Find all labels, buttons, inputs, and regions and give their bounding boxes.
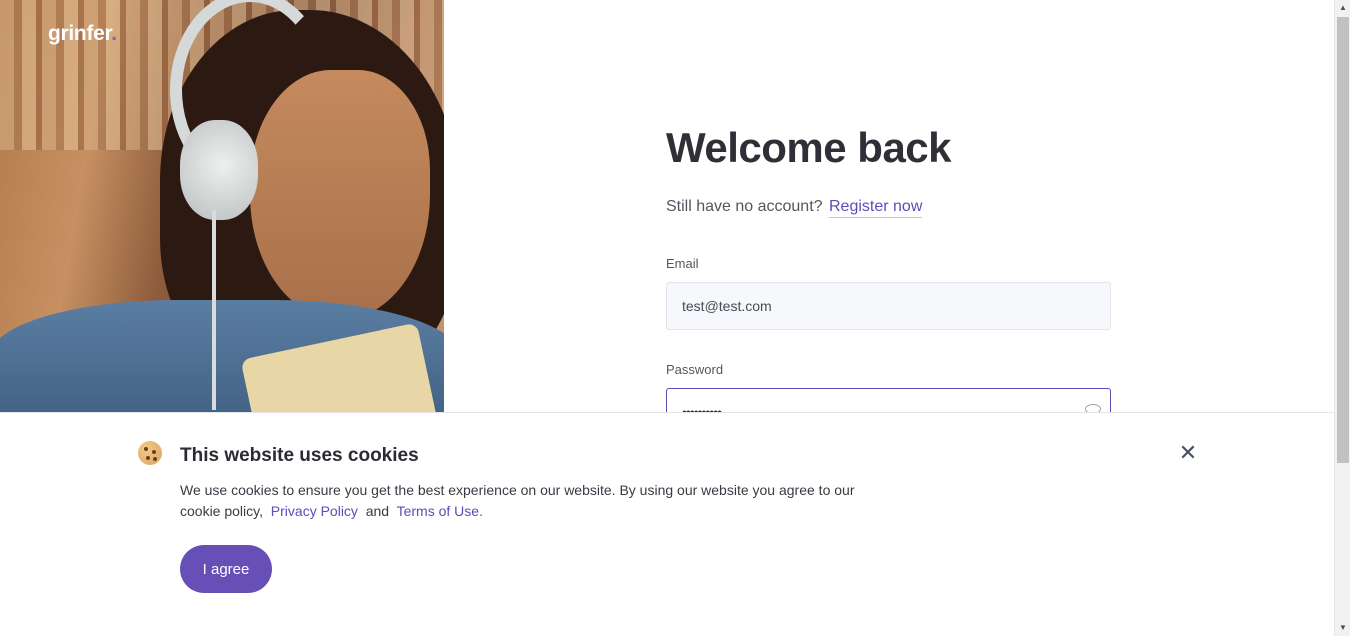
vertical-scrollbar[interactable]: ▲ ▼	[1334, 0, 1350, 636]
cookie-text-and: and	[365, 503, 390, 519]
brand-logo[interactable]: grinfer.	[48, 22, 117, 46]
close-icon[interactable]: ✕	[1178, 442, 1198, 464]
password-label: Password	[666, 362, 724, 377]
brand-dot: .	[111, 22, 117, 45]
terms-of-use-link[interactable]: Terms of Use	[397, 503, 479, 519]
hero-photo	[0, 0, 444, 412]
headphones-cable	[212, 210, 216, 410]
register-prompt: Still have no account? Register now	[666, 198, 923, 218]
scroll-down-arrow-icon[interactable]: ▼	[1335, 620, 1350, 636]
scroll-up-arrow-icon[interactable]: ▲	[1335, 0, 1350, 16]
email-label: Email	[666, 256, 699, 271]
cookie-banner-text: We use cookies to ensure you get the bes…	[180, 480, 870, 522]
headphones-earcup	[180, 120, 258, 220]
page-title: Welcome back	[666, 124, 952, 171]
register-prompt-text: Still have no account?	[666, 198, 823, 215]
scrollbar-thumb[interactable]	[1337, 17, 1349, 463]
cookie-banner-title: This website uses cookies	[180, 445, 419, 466]
privacy-policy-link[interactable]: Privacy Policy	[271, 503, 358, 519]
brand-name: grinfer	[48, 22, 112, 45]
agree-button[interactable]: I agree	[180, 545, 272, 593]
register-link[interactable]: Register now	[829, 198, 923, 218]
terms-period: .	[479, 503, 483, 519]
cookie-banner: This website uses cookies We use cookies…	[0, 412, 1334, 636]
cookie-icon	[138, 441, 162, 465]
email-field[interactable]	[666, 282, 1111, 330]
